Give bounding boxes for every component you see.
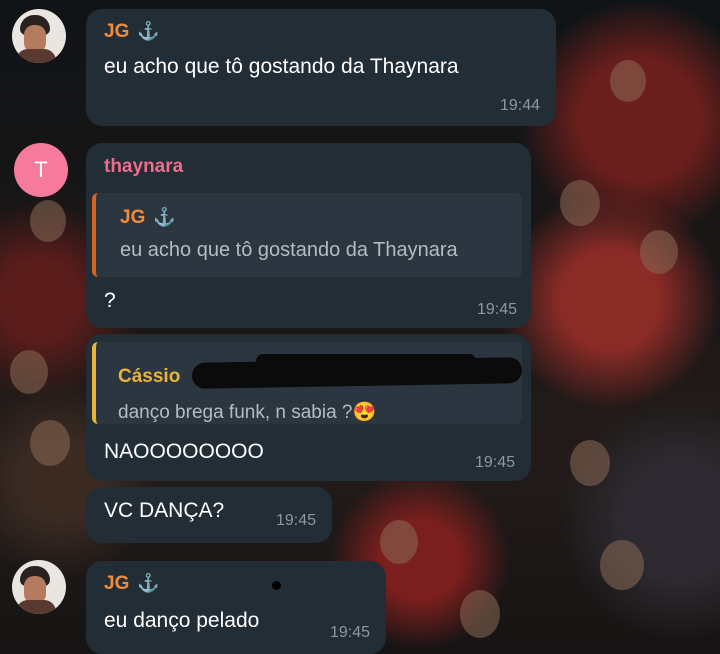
- reply-text: eu acho que tô gostando da Thaynara: [120, 239, 458, 261]
- reply-preview[interactable]: JG ⚓ eu acho que tô gostando da Thaynara: [92, 193, 522, 277]
- dot-mark: [272, 581, 281, 590]
- jg-avatar[interactable]: [12, 560, 66, 614]
- message-time: 19:45: [329, 624, 370, 641]
- anchor-icon: ⚓: [137, 573, 160, 593]
- author-name[interactable]: thaynara: [104, 156, 183, 178]
- message-bubble[interactable]: JG ⚓ eu acho que tô gostando da Thaynara …: [86, 9, 556, 126]
- message-author[interactable]: JG ⚓: [104, 21, 160, 43]
- message-time: 19:45: [476, 301, 517, 318]
- avatar-letter: T: [34, 157, 48, 182]
- jg-avatar[interactable]: [12, 9, 66, 63]
- redaction-scribble: [256, 354, 476, 368]
- thaynara-avatar[interactable]: T: [14, 143, 68, 197]
- author-name[interactable]: JG: [104, 573, 129, 594]
- message-text: eu danço pelado: [104, 609, 260, 632]
- anchor-icon: ⚓: [153, 207, 176, 227]
- message-text: ?: [104, 289, 116, 312]
- message-bubble[interactable]: thaynara JG ⚓ eu acho que tô gostando da …: [86, 143, 531, 328]
- message-bubble[interactable]: Cássio danço brega funk, n sabia ?😍 NAOO…: [86, 334, 531, 481]
- anchor-icon: ⚓: [137, 21, 160, 41]
- message-text: eu acho que tô gostando da Thaynara: [104, 55, 459, 78]
- reply-text: danço brega funk, n sabia ?😍: [118, 402, 377, 423]
- author-name[interactable]: JG: [104, 21, 129, 42]
- message-author[interactable]: JG ⚓: [104, 573, 160, 595]
- reply-author: Cássio: [118, 366, 181, 387]
- message-time: 19:45: [474, 454, 515, 471]
- message-time: 19:45: [275, 512, 316, 529]
- message-time: 19:44: [499, 97, 540, 114]
- message-bubble[interactable]: VC DANÇA? 19:45: [86, 487, 332, 543]
- message-text: NAOOOOOOOO: [104, 440, 264, 463]
- message-bubble[interactable]: JG ⚓ eu danço pelado 19:45: [86, 561, 386, 654]
- message-text: VC DANÇA?: [104, 499, 225, 522]
- reply-preview[interactable]: Cássio danço brega funk, n sabia ?😍: [92, 342, 523, 424]
- reply-author: JG ⚓: [120, 207, 176, 228]
